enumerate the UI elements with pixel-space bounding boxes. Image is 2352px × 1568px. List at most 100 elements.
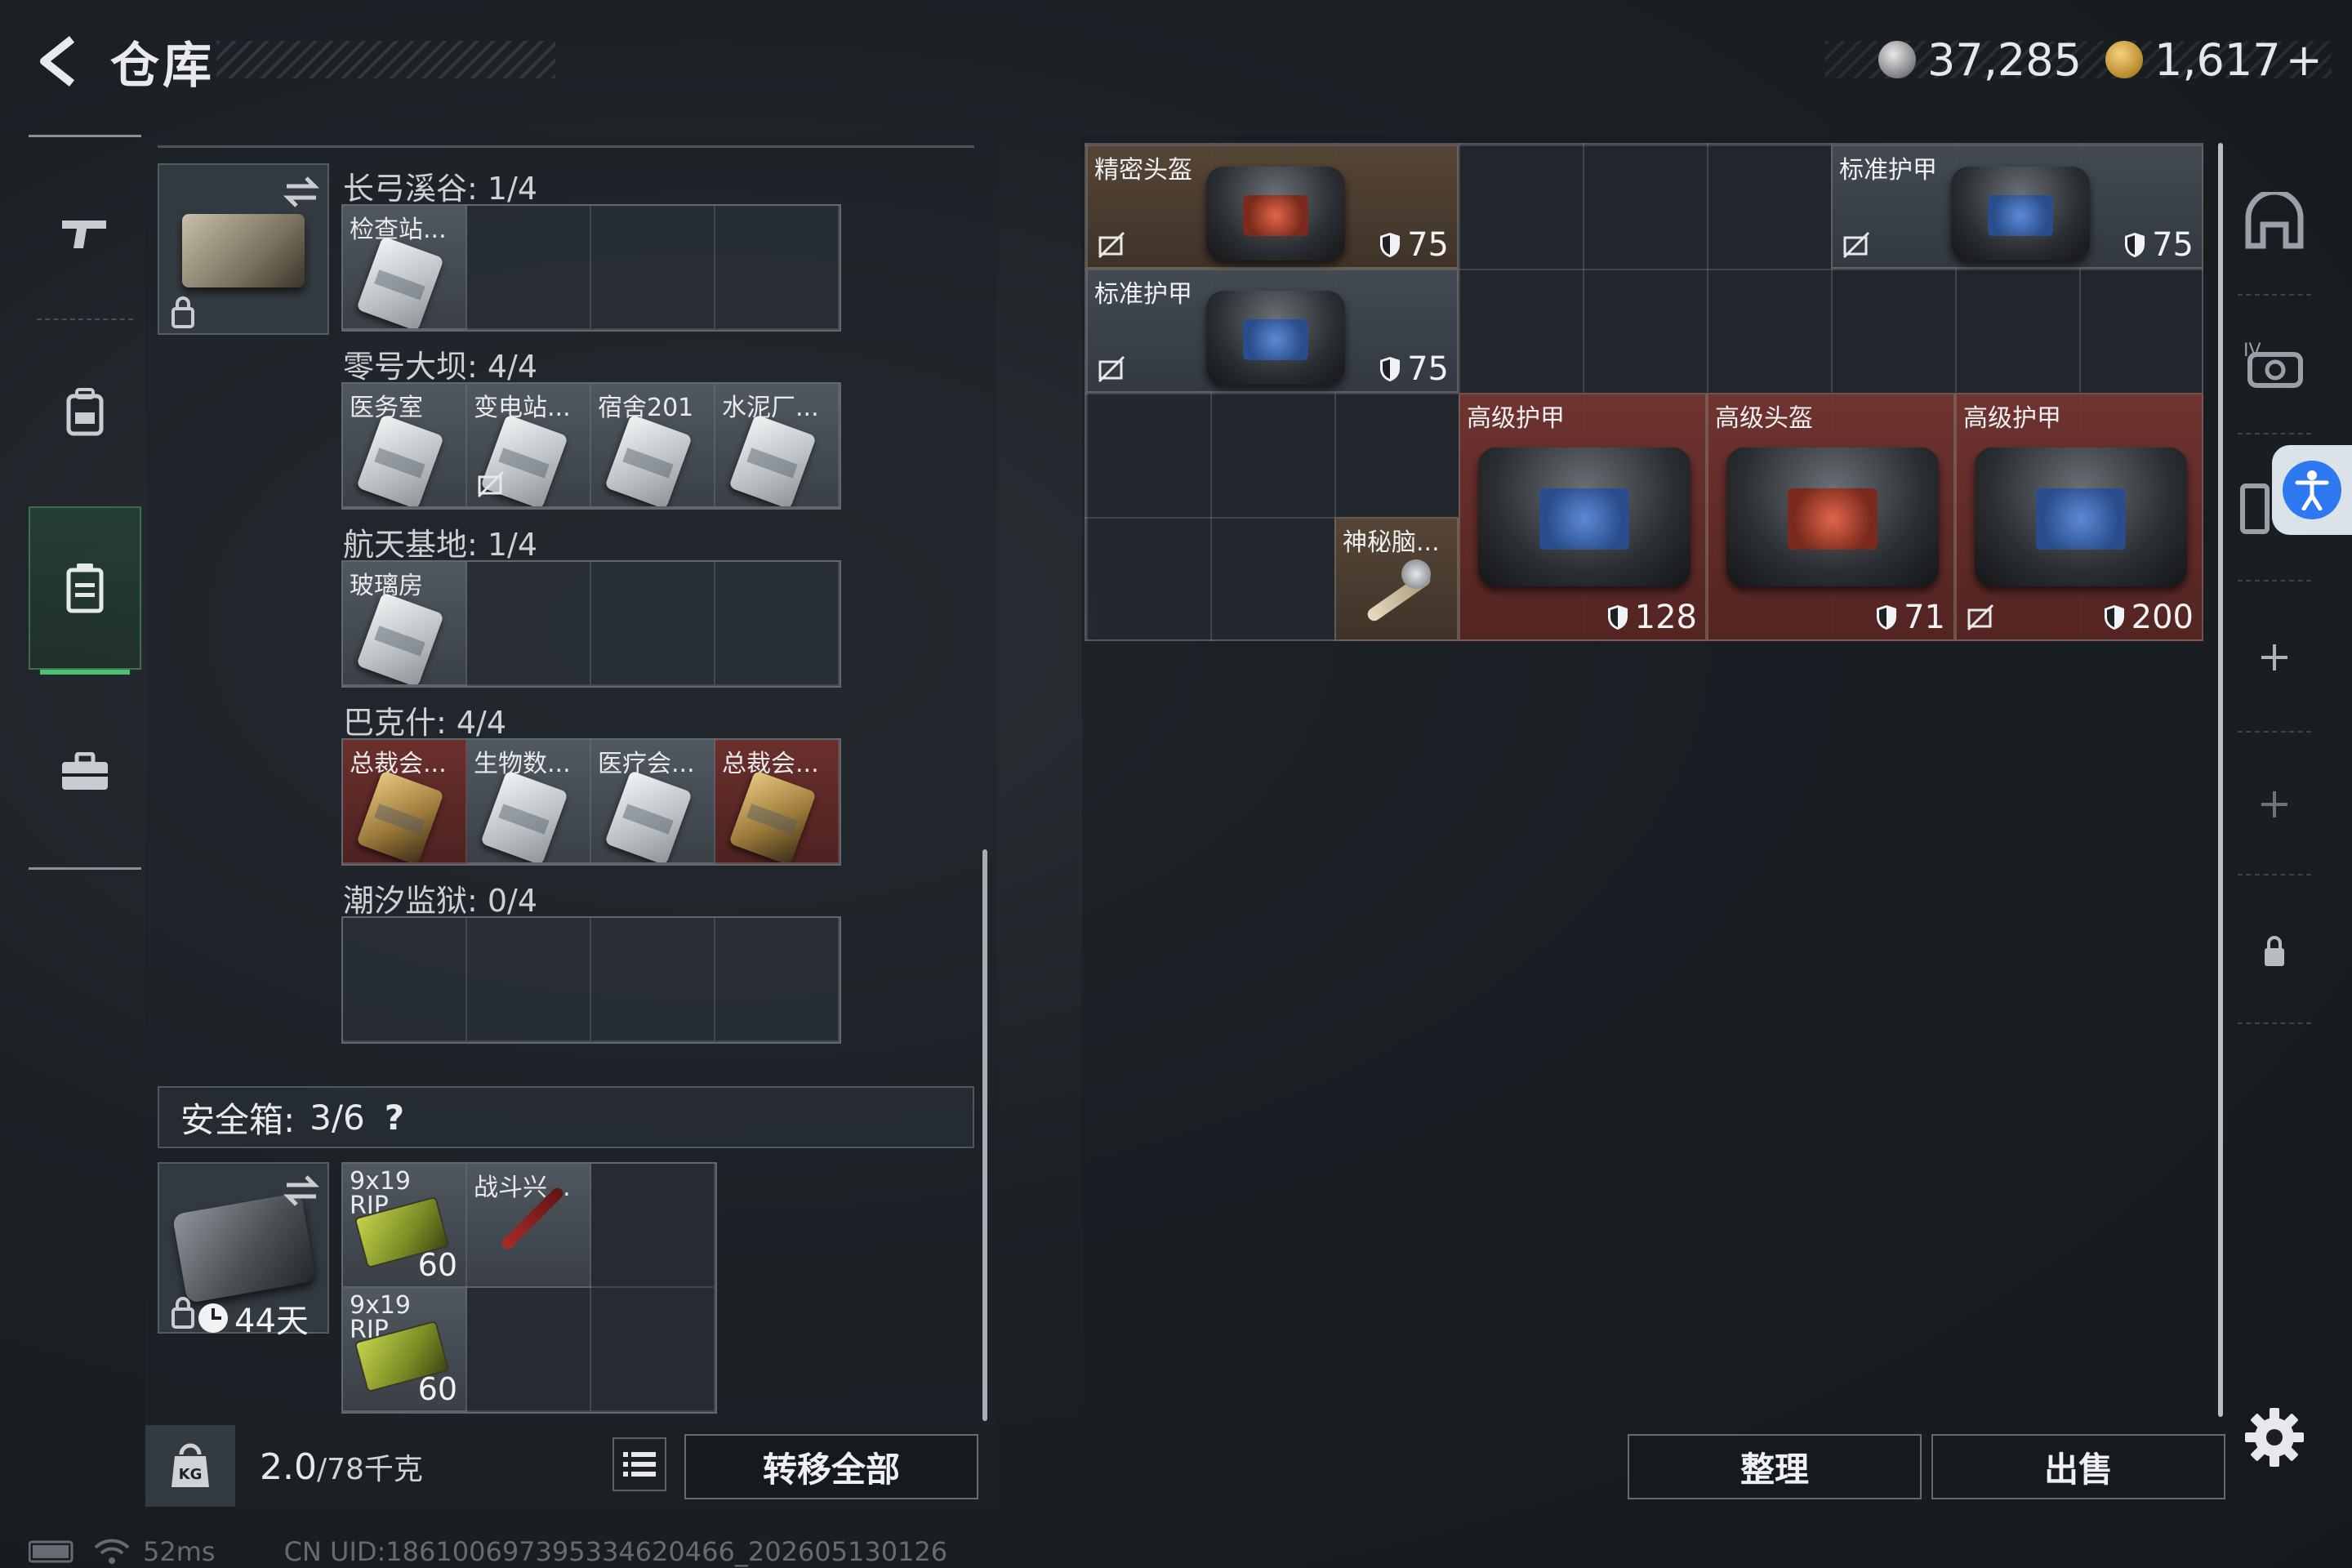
keycard-empty-slot[interactable] <box>467 562 591 686</box>
keycard-empty-slot[interactable] <box>467 206 591 330</box>
safe-box-grid: 9x19 RIP 60 战斗兴... 9x19 RIP 60 <box>341 1162 717 1414</box>
currency-add-button[interactable]: + <box>2286 34 2323 86</box>
safe-box-help-button[interactable]: ? <box>385 1098 404 1138</box>
wifi-icon <box>94 1539 130 1564</box>
nav-weapons[interactable] <box>29 151 141 314</box>
weight-lock-box[interactable]: KG <box>145 1425 235 1507</box>
keycard-empty-slot[interactable] <box>343 918 467 1042</box>
armor-slot[interactable]: IV <box>2230 302 2319 425</box>
durability: 75 <box>1379 350 1449 388</box>
title-hatch-decoration <box>216 41 555 78</box>
keycard-item[interactable]: 检查站... <box>343 206 467 330</box>
keycard-item[interactable]: 变电站... <box>467 384 591 508</box>
keycard-item[interactable]: 总裁会... <box>715 740 840 864</box>
keycard-group-grid: 检查站... <box>341 204 841 332</box>
sidebar-divider <box>2238 731 2311 733</box>
armor-case-icon <box>1951 167 2090 261</box>
keycard-empty-slot[interactable] <box>591 918 715 1042</box>
left-scrollbar[interactable] <box>982 849 987 1421</box>
keycard-item[interactable]: 医疗会... <box>591 740 715 864</box>
keycard-item[interactable]: 宿舍201 <box>591 384 715 508</box>
add-slot-1[interactable] <box>2230 596 2319 719</box>
item-name: 高级护甲 <box>1467 404 1565 433</box>
durability: 75 <box>2124 226 2194 264</box>
stash-item-advanced-helmet[interactable]: 高级头盔 71 <box>1707 393 1955 641</box>
stash-item-advanced-armor-1[interactable]: 高级护甲 128 <box>1459 393 1707 641</box>
stash-item-mystery[interactable]: 神秘脑... <box>1334 517 1459 641</box>
sell-button[interactable]: 出售 <box>1931 1434 2225 1499</box>
durability-value: 128 <box>1634 599 1697 636</box>
chevron-left-icon <box>40 36 75 87</box>
safe-empty-cell[interactable] <box>591 1288 715 1412</box>
safe-item-ammo-2[interactable]: 9x19 RIP 60 <box>343 1288 467 1412</box>
stash-scrollbar[interactable] <box>2218 143 2223 1417</box>
accessibility-button[interactable] <box>2272 445 2352 535</box>
no-sell-icon <box>1842 231 1870 259</box>
sort-button[interactable]: 整理 <box>1628 1434 1922 1499</box>
safe-box-image <box>172 1192 317 1304</box>
list-view-button[interactable] <box>612 1437 666 1491</box>
plus-icon <box>2261 644 2287 670</box>
safe-box-thumbnail[interactable]: 44天 <box>158 1162 329 1340</box>
safe-box-timer-value: 44天 <box>234 1303 309 1340</box>
armor-case-icon <box>1975 448 2187 586</box>
nav-backpack[interactable] <box>29 331 141 494</box>
weight-readout: 2.0/78千克 <box>260 1446 423 1488</box>
helmet-slot[interactable] <box>2230 159 2319 282</box>
nav-bottom-line <box>29 867 141 870</box>
keycard-group-grid: 医务室 变电站... 宿舍201 水泥厂... <box>341 382 841 510</box>
keycard-name: 检查站... <box>350 216 447 244</box>
accessibility-icon <box>2295 470 2329 510</box>
add-slot-2[interactable] <box>2230 743 2319 866</box>
rig-slot[interactable] <box>2230 445 2278 568</box>
locked-slot[interactable] <box>2230 890 2319 1013</box>
swap-icon[interactable] <box>282 175 321 207</box>
keycard-item[interactable]: 总裁会... <box>343 740 467 864</box>
swap-icon[interactable] <box>282 1174 321 1206</box>
stash-item-standard-armor-2[interactable]: 标准护甲 75 <box>1086 269 1459 393</box>
durability-value: 200 <box>2131 599 2194 636</box>
keycard-empty-slot[interactable] <box>591 206 715 330</box>
stash-item-standard-armor-1[interactable]: 标准护甲 75 <box>1831 145 2203 269</box>
currency-b[interactable]: 1,617 + <box>2105 31 2323 88</box>
svg-text:KG: KG <box>179 1466 203 1483</box>
keycard-item[interactable]: 玻璃房 <box>343 562 467 686</box>
keycard-item[interactable]: 水泥厂... <box>715 384 840 508</box>
ping: 52ms <box>143 1536 216 1567</box>
item-name: 神秘脑... <box>1343 528 1440 557</box>
nav-toolbox[interactable] <box>29 690 141 853</box>
keycard-name: 总裁会... <box>722 750 819 778</box>
keycard-empty-slot[interactable] <box>591 562 715 686</box>
durability: 71 <box>1876 599 1945 636</box>
keycard-group-grid: 玻璃房 <box>341 560 841 688</box>
uid: CN UID:1861006973953346204​66_2026051301… <box>283 1536 948 1567</box>
shield-icon <box>1380 233 1401 257</box>
safe-empty-cell[interactable] <box>591 1164 715 1288</box>
keycard-empty-slot[interactable] <box>467 918 591 1042</box>
lock-icon <box>172 296 194 328</box>
nav-storage-active[interactable] <box>29 506 141 670</box>
shield-icon <box>1877 605 1897 630</box>
no-sell-icon <box>1098 231 1125 259</box>
settings-button[interactable] <box>2242 1405 2307 1470</box>
keycard-empty-slot[interactable] <box>715 206 840 330</box>
gear-icon <box>2245 1408 2304 1467</box>
transfer-all-button[interactable]: 转移全部 <box>684 1434 978 1499</box>
keycard-empty-slot[interactable] <box>715 562 840 686</box>
safe-empty-cell[interactable] <box>467 1288 591 1412</box>
keycard-group-grid: 总裁会... 生物数... 医疗会... 总裁会... <box>341 738 841 866</box>
helmet-case-icon <box>1206 167 1345 261</box>
item-name: 精密头盔 <box>1094 156 1192 185</box>
keycard-icon <box>480 770 568 862</box>
safe-item-stim[interactable]: 战斗兴... <box>467 1164 591 1288</box>
keycard-item[interactable]: 医务室 <box>343 384 467 508</box>
keycard-case-thumbnail[interactable] <box>158 163 329 335</box>
safe-item-ammo-1[interactable]: 9x19 RIP 60 <box>343 1164 467 1288</box>
stash-item-advanced-armor-2[interactable]: 高级护甲 200 <box>1955 393 2203 641</box>
sidebar-divider <box>2238 433 2311 434</box>
weight-max: /78千克 <box>316 1453 423 1486</box>
keycard-empty-slot[interactable] <box>715 918 840 1042</box>
back-button[interactable] <box>24 24 90 98</box>
keycard-item[interactable]: 生物数... <box>467 740 591 864</box>
stash-item-precision-helmet[interactable]: 精密头盔 75 <box>1086 145 1459 269</box>
